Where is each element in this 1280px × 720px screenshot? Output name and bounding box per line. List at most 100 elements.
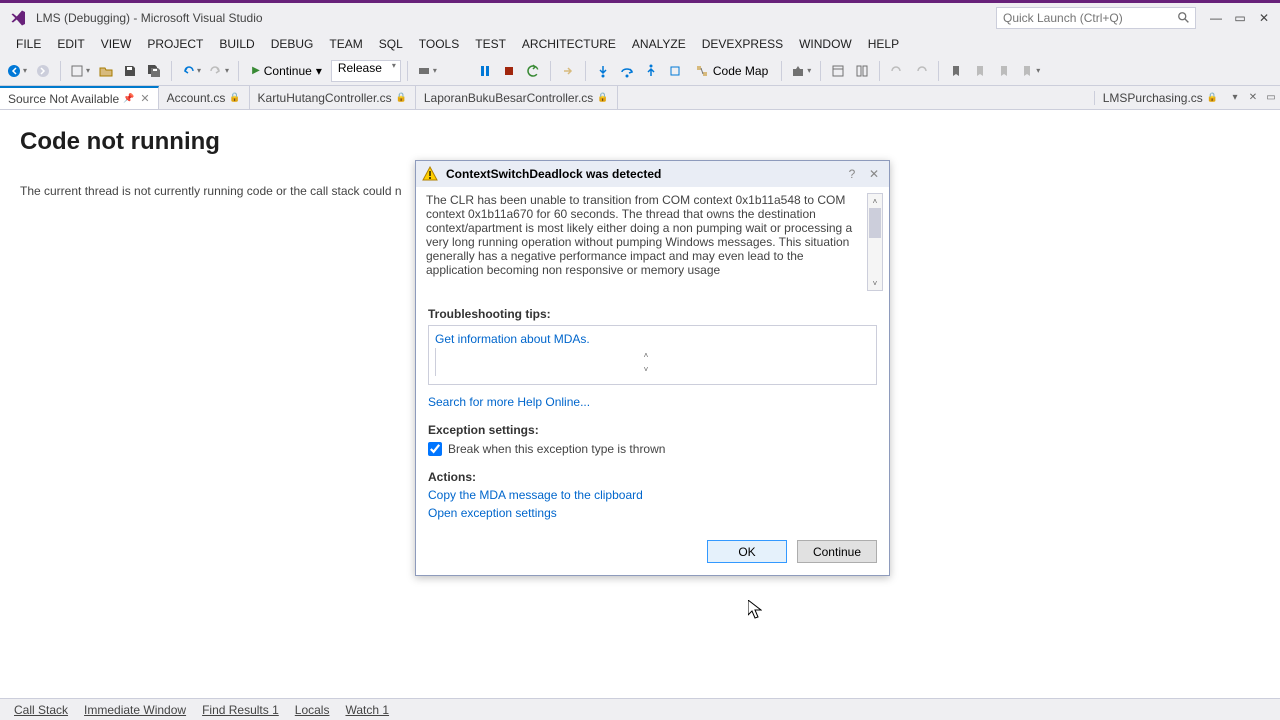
menu-project[interactable]: PROJECT bbox=[139, 37, 211, 51]
continue-dialog-button[interactable]: Continue bbox=[797, 540, 877, 563]
save-button[interactable] bbox=[119, 60, 141, 82]
tab-kartuhutang[interactable]: KartuHutangController.cs 🔒 bbox=[250, 86, 416, 109]
separator bbox=[60, 61, 61, 81]
menu-edit[interactable]: EDIT bbox=[49, 37, 92, 51]
menu-sql[interactable]: SQL bbox=[371, 37, 411, 51]
scroll-down-icon[interactable]: ˅ bbox=[436, 362, 856, 376]
quick-launch[interactable] bbox=[996, 7, 1196, 29]
menu-architecture[interactable]: ARCHITECTURE bbox=[514, 37, 624, 51]
menu-debug[interactable]: DEBUG bbox=[263, 37, 322, 51]
nav-forward-button[interactable] bbox=[32, 60, 54, 82]
btab-locals[interactable]: Locals bbox=[287, 703, 338, 717]
scroll-down-icon[interactable]: ˅ bbox=[868, 276, 882, 290]
break-on-exception-checkbox-row[interactable]: Break when this exception type is thrown bbox=[428, 442, 877, 456]
undo-change-button[interactable] bbox=[886, 60, 908, 82]
exception-settings-label: Exception settings: bbox=[428, 423, 877, 437]
scrollbar[interactable]: ˄ ˅ bbox=[867, 193, 883, 291]
menu-test[interactable]: TEST bbox=[467, 37, 514, 51]
btab-immediate-window[interactable]: Immediate Window bbox=[76, 703, 194, 717]
separator bbox=[879, 61, 880, 81]
menu-help[interactable]: HELP bbox=[860, 37, 907, 51]
layout-button-2[interactable] bbox=[851, 60, 873, 82]
redo-change-button[interactable] bbox=[910, 60, 932, 82]
separator bbox=[820, 61, 821, 81]
tab-label: Account.cs bbox=[167, 91, 226, 105]
dialog-close-button[interactable]: ✕ bbox=[865, 167, 883, 181]
stop-button[interactable] bbox=[498, 60, 520, 82]
tab-source-not-available[interactable]: Source Not Available 📌 ✕ bbox=[0, 86, 159, 109]
step-button[interactable] bbox=[664, 60, 686, 82]
btab-find-results[interactable]: Find Results 1 bbox=[194, 703, 287, 717]
config-select[interactable]: Release bbox=[331, 60, 401, 82]
btab-watch[interactable]: Watch 1 bbox=[337, 703, 397, 717]
pause-button[interactable] bbox=[474, 60, 496, 82]
tab-laporanbukubesar[interactable]: LaporanBukuBesarController.cs 🔒 bbox=[416, 86, 618, 109]
clear-bookmarks-button[interactable]: ▾ bbox=[1017, 60, 1043, 82]
separator bbox=[171, 61, 172, 81]
menu-analyze[interactable]: ANALYZE bbox=[624, 37, 694, 51]
bookmark-button[interactable] bbox=[945, 60, 967, 82]
title-bar: LMS (Debugging) - Microsoft Visual Studi… bbox=[0, 0, 1280, 32]
break-on-exception-checkbox[interactable] bbox=[428, 442, 442, 456]
next-bookmark-button[interactable] bbox=[993, 60, 1015, 82]
separator bbox=[938, 61, 939, 81]
ok-button[interactable]: OK bbox=[707, 540, 787, 563]
lock-icon: 🔒 bbox=[229, 92, 240, 103]
config-label: Release bbox=[338, 61, 382, 75]
scroll-track[interactable] bbox=[868, 208, 882, 276]
open-exception-settings-link[interactable]: Open exception settings bbox=[428, 506, 877, 520]
show-next-statement-button[interactable] bbox=[557, 60, 579, 82]
step-into-button[interactable] bbox=[592, 60, 614, 82]
step-out-button[interactable] bbox=[640, 60, 662, 82]
maximize-button[interactable]: ▭ bbox=[1228, 8, 1252, 28]
lock-icon: 🔒 bbox=[1207, 92, 1218, 103]
btab-call-stack[interactable]: Call Stack bbox=[6, 703, 76, 717]
mda-info-link[interactable]: Get information about MDAs. bbox=[435, 332, 590, 346]
layout-button-1[interactable] bbox=[827, 60, 849, 82]
copy-mda-link[interactable]: Copy the MDA message to the clipboard bbox=[428, 488, 877, 502]
tab-close-all-button[interactable]: ✕ bbox=[1244, 92, 1262, 103]
continue-button[interactable]: ▶Continue▾ bbox=[245, 60, 329, 82]
new-item-button[interactable]: ▾ bbox=[67, 60, 93, 82]
tab-maximize-button[interactable]: ▭ bbox=[1262, 92, 1280, 103]
dialog-help-button[interactable]: ? bbox=[843, 167, 861, 181]
save-all-button[interactable] bbox=[143, 60, 165, 82]
toolbar: ▾ ▾ ▾ ▾ ▶Continue▾ Release ▾ Code Map ▾ … bbox=[0, 56, 1280, 86]
prev-bookmark-button[interactable] bbox=[969, 60, 991, 82]
menu-devexpress[interactable]: DEVEXPRESS bbox=[694, 37, 791, 51]
scroll-up-icon[interactable]: ˄ bbox=[868, 194, 882, 208]
pin-icon[interactable]: 📌 bbox=[123, 93, 134, 104]
dialog-title-bar[interactable]: ContextSwitchDeadlock was detected ? ✕ bbox=[416, 161, 889, 187]
menu-view[interactable]: VIEW bbox=[93, 37, 140, 51]
open-button[interactable] bbox=[95, 60, 117, 82]
close-button[interactable]: ✕ bbox=[1252, 8, 1276, 28]
menu-team[interactable]: TEAM bbox=[321, 37, 370, 51]
tab-label: LaporanBukuBesarController.cs bbox=[424, 91, 593, 105]
tab-label: KartuHutangController.cs bbox=[258, 91, 392, 105]
menu-file[interactable]: FILE bbox=[8, 37, 49, 51]
menu-build[interactable]: BUILD bbox=[211, 37, 262, 51]
tab-lmspurchasing[interactable]: LMSPurchasing.cs 🔒 bbox=[1094, 91, 1226, 105]
debug-target-button[interactable]: ▾ bbox=[414, 60, 440, 82]
quick-launch-input[interactable] bbox=[997, 8, 1177, 28]
close-icon[interactable]: ✕ bbox=[140, 92, 149, 105]
tab-overflow-button[interactable]: ▾ bbox=[1226, 92, 1244, 103]
search-help-link[interactable]: Search for more Help Online... bbox=[428, 395, 877, 409]
tab-bar: Source Not Available 📌 ✕ Account.cs 🔒 Ka… bbox=[0, 86, 1280, 110]
restart-button[interactable] bbox=[522, 60, 544, 82]
scroll-thumb[interactable] bbox=[869, 208, 881, 238]
redo-button[interactable]: ▾ bbox=[206, 60, 232, 82]
lock-icon: 🔒 bbox=[597, 92, 608, 103]
menu-window[interactable]: WINDOW bbox=[791, 37, 860, 51]
undo-button[interactable]: ▾ bbox=[178, 60, 204, 82]
toolbox-button[interactable]: ▾ bbox=[788, 60, 814, 82]
tab-account[interactable]: Account.cs 🔒 bbox=[159, 86, 250, 109]
separator bbox=[238, 61, 239, 81]
menu-tools[interactable]: TOOLS bbox=[411, 37, 467, 51]
scroll-up-icon[interactable]: ˄ bbox=[436, 348, 856, 362]
minimize-button[interactable]: — bbox=[1204, 8, 1228, 28]
nav-back-button[interactable]: ▾ bbox=[4, 60, 30, 82]
code-map-button[interactable]: Code Map bbox=[688, 60, 775, 82]
step-over-button[interactable] bbox=[616, 60, 638, 82]
scrollbar[interactable]: ˄ ˅ bbox=[435, 348, 856, 376]
